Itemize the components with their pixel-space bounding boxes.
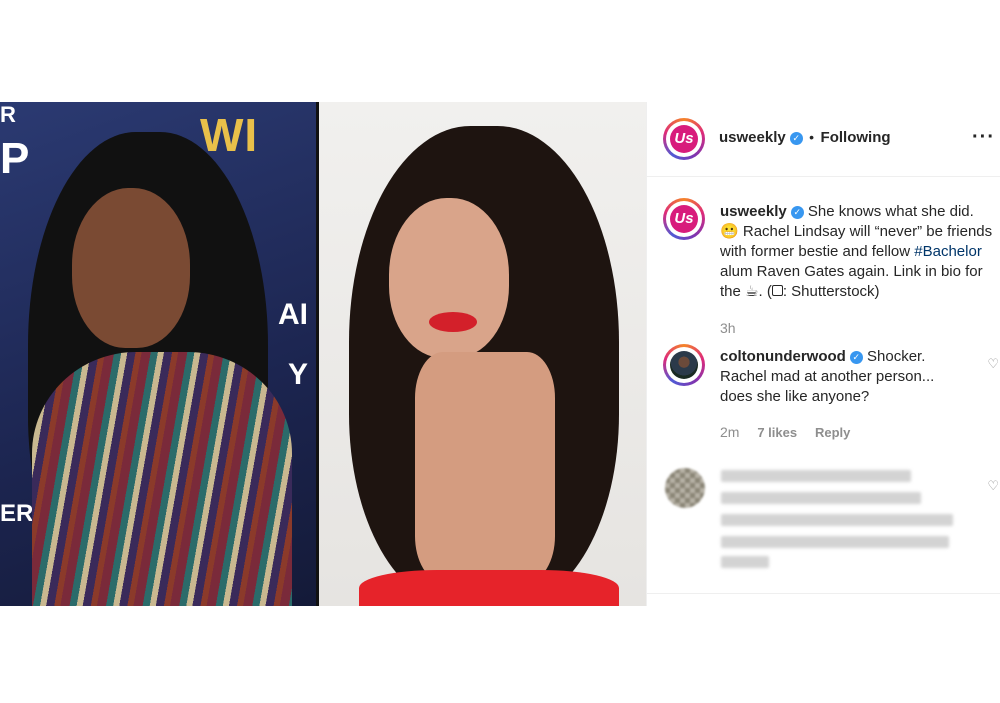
verified-badge-icon: ✓ <box>849 351 863 364</box>
comment-avatar[interactable] <box>663 344 705 386</box>
caption-text: . ( <box>758 283 772 300</box>
face <box>389 198 509 358</box>
more-horizontal-icon[interactable]: ··· <box>972 126 995 149</box>
us-logo-icon: Us <box>670 125 698 153</box>
like-comment-heart-icon[interactable]: ♡ <box>987 356 999 372</box>
blurred-text <box>721 470 911 482</box>
backdrop-letter: P <box>0 134 30 183</box>
comment-username[interactable]: coltonunderwood <box>720 348 846 365</box>
following-button[interactable]: Following <box>821 129 891 146</box>
comment-timestamp: 2m <box>720 424 740 440</box>
hashtag-link[interactable]: #Bachelor <box>914 243 982 260</box>
backdrop-logo: WI <box>200 109 259 161</box>
us-logo-icon: Us <box>670 205 698 233</box>
chest <box>415 352 555 582</box>
backdrop-letter: AI <box>278 298 308 331</box>
blurred-text <box>721 514 953 526</box>
caption-text: She knows what she did. <box>807 203 974 220</box>
blurred-text <box>721 556 769 568</box>
header-info: usweekly ✓ • Following <box>719 129 891 147</box>
divider <box>647 593 1000 594</box>
verified-badge-icon: ✓ <box>789 132 803 145</box>
comment-likes[interactable]: 7 likes <box>757 425 797 440</box>
lips <box>429 312 477 332</box>
dress <box>359 570 619 606</box>
backdrop-letter: Y <box>288 358 309 391</box>
reply-button[interactable]: Reply <box>815 425 850 440</box>
caption-timestamp: 3h <box>720 320 736 336</box>
instagram-post-panel: Us usweekly ✓ • Following ··· Us usweekly… <box>646 102 1000 606</box>
comment-meta: 2m 7 likes Reply <box>720 424 850 440</box>
post-header: Us usweekly ✓ • Following ··· <box>647 102 1000 177</box>
coffee-emoji-icon: ☕ <box>745 283 759 300</box>
jacket <box>32 352 292 606</box>
caption-text: : Shutterstock) <box>782 283 880 300</box>
camera-icon <box>771 285 783 296</box>
blurred-text <box>721 492 921 504</box>
post-caption: usweekly ✓ She knows what she did. 😬 Rach… <box>720 202 1000 302</box>
blurred-text <box>721 536 949 548</box>
dot-separator: • <box>809 129 815 145</box>
face <box>72 188 190 348</box>
colton-avatar-image <box>670 351 698 379</box>
caption-avatar[interactable]: Us <box>663 198 705 240</box>
like-comment-heart-icon[interactable]: ♡ <box>987 478 999 494</box>
comment: coltonunderwood ✓ Shocker. Rachel mad at … <box>720 347 970 407</box>
backdrop-letter: R <box>0 102 16 127</box>
photo-left: R P WI AI Y ER <box>0 102 316 606</box>
post-username[interactable]: usweekly <box>719 129 786 146</box>
caption-username[interactable]: usweekly <box>720 203 787 220</box>
blurred-avatar <box>665 468 705 508</box>
backdrop-letter: ER <box>0 500 34 527</box>
usweekly-avatar[interactable]: Us <box>663 118 705 160</box>
verified-badge-icon: ✓ <box>790 206 804 219</box>
photo-right <box>319 102 646 606</box>
grimace-emoji-icon: 😬 <box>720 223 739 240</box>
